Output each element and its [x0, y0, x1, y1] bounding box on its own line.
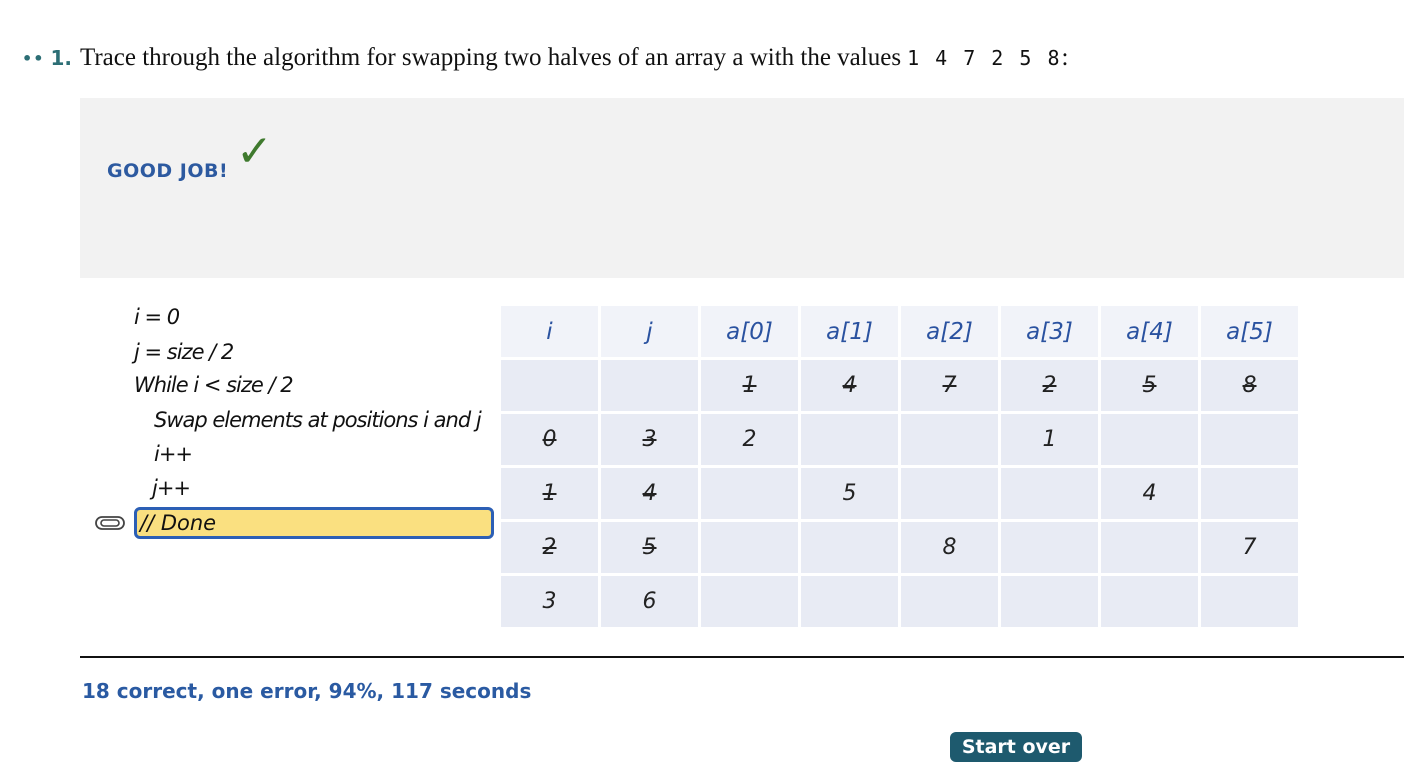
trace-cell[interactable]: 8 — [901, 522, 1001, 576]
question-line: •• 1. Trace through the algorithm for sw… — [22, 42, 1068, 74]
trace-table: i j a[0] a[1] a[2] a[3] a[4] a[5] 147258… — [501, 306, 1301, 630]
trace-cell[interactable] — [501, 360, 601, 414]
trace-row: 36 — [501, 576, 1301, 630]
trace-cell[interactable]: 7 — [1201, 522, 1301, 576]
trace-cell[interactable] — [701, 522, 801, 576]
pseudocode-line[interactable]: i = 0 — [134, 305, 180, 329]
question-colon: : — [1061, 44, 1069, 71]
trace-cell[interactable] — [801, 576, 901, 630]
trace-cell[interactable]: 6 — [601, 576, 701, 630]
trace-cell[interactable]: 2 — [1001, 360, 1101, 414]
trace-cell[interactable]: 4 — [1101, 468, 1201, 522]
trace-header-a3: a[3] — [1001, 306, 1101, 360]
trace-header-a1: a[1] — [801, 306, 901, 360]
trace-cell[interactable]: 4 — [801, 360, 901, 414]
trace-row: 032 1 — [501, 414, 1301, 468]
pseudocode-line[interactable]: Swap elements at positions i and j — [154, 408, 482, 432]
trace-header-a0: a[0] — [701, 306, 801, 360]
trace-header-a5: a[5] — [1201, 306, 1301, 360]
trace-cell[interactable]: 2 — [701, 414, 801, 468]
trace-cell[interactable] — [1001, 468, 1101, 522]
trace-header-a4: a[4] — [1101, 306, 1201, 360]
checkmark-icon: ✓ — [236, 126, 273, 177]
trace-cell[interactable]: 1 — [501, 468, 601, 522]
trace-cell[interactable] — [901, 468, 1001, 522]
trace-cell[interactable] — [701, 576, 801, 630]
trace-cell[interactable]: 1 — [701, 360, 801, 414]
trace-cell[interactable] — [601, 360, 701, 414]
trace-cell[interactable]: 4 — [601, 468, 701, 522]
pseudocode-line[interactable]: j = size / 2 — [134, 340, 234, 364]
trace-cell[interactable] — [1001, 522, 1101, 576]
trace-cell[interactable] — [1201, 414, 1301, 468]
trace-row: 25 8 7 — [501, 522, 1301, 576]
trace-cell[interactable] — [901, 576, 1001, 630]
score-summary: 18 correct, one error, 94%, 117 seconds — [82, 679, 532, 703]
trace-header-row: i j a[0] a[1] a[2] a[3] a[4] a[5] — [501, 306, 1301, 360]
trace-cell[interactable]: 3 — [501, 576, 601, 630]
question-number: 1. — [50, 46, 72, 70]
trace-cell[interactable] — [1101, 576, 1201, 630]
trace-cell[interactable]: 7 — [901, 360, 1001, 414]
trace-cell[interactable] — [801, 522, 901, 576]
trace-header-a2: a[2] — [901, 306, 1001, 360]
start-over-button[interactable]: Start over — [950, 732, 1082, 762]
pseudocode-line-active[interactable]: // Done — [134, 507, 494, 539]
trace-cell[interactable] — [1201, 468, 1301, 522]
trace-cell[interactable]: 2 — [501, 522, 601, 576]
trace-cell[interactable]: 3 — [601, 414, 701, 468]
paperclip-icon — [95, 516, 125, 530]
trace-cell[interactable]: 1 — [1001, 414, 1101, 468]
question-values: 1 4 7 2 5 8 — [907, 46, 1062, 70]
feedback-panel: GOOD JOB! ✓ — [80, 98, 1404, 278]
divider — [80, 656, 1404, 658]
trace-cell[interactable]: 5 — [801, 468, 901, 522]
pseudocode-line[interactable]: j++ — [152, 476, 191, 500]
trace-cell[interactable]: 8 — [1201, 360, 1301, 414]
trace-header-i: i — [501, 306, 601, 360]
trace-row: 1454 — [501, 468, 1301, 522]
trace-cell[interactable] — [1101, 414, 1201, 468]
trace-header-j: j — [601, 306, 701, 360]
trace-cell[interactable]: 5 — [1101, 360, 1201, 414]
trace-cell[interactable] — [1201, 576, 1301, 630]
trace-cell[interactable] — [701, 468, 801, 522]
trace-cell[interactable] — [1101, 522, 1201, 576]
trace-cell[interactable]: 0 — [501, 414, 601, 468]
trace-row: 147258 — [501, 360, 1301, 414]
trace-cell[interactable] — [901, 414, 1001, 468]
question-text: Trace through the algorithm for swapping… — [79, 44, 902, 71]
pseudocode-line[interactable]: While i < size / 2 — [134, 373, 294, 397]
trace-cell[interactable]: 5 — [601, 522, 701, 576]
feedback-message: GOOD JOB! — [107, 160, 229, 182]
trace-cell[interactable] — [801, 414, 901, 468]
pseudocode-line[interactable]: i++ — [154, 442, 193, 466]
question-dots: •• — [22, 48, 45, 68]
trace-cell[interactable] — [1001, 576, 1101, 630]
